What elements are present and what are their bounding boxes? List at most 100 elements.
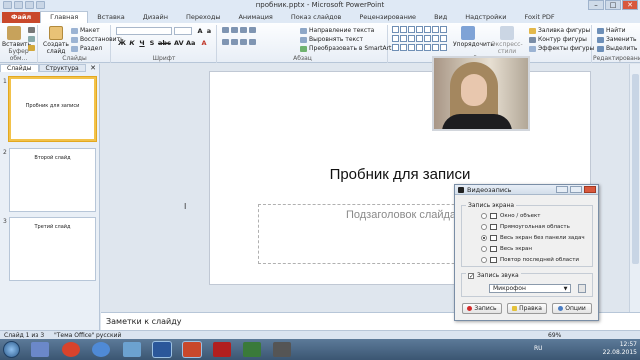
scrollbar-thumb[interactable] [632,74,639,264]
new-slide-button[interactable]: Создать слайд [43,26,69,55]
shape-box-icon [392,44,399,51]
window-controls: – □ ✕ [588,0,638,10]
pdf-icon[interactable] [213,342,231,357]
tab-design[interactable]: Дизайн [134,12,177,23]
record-sound-checkbox[interactable]: ✓ Запись звука [466,272,521,279]
section-button[interactable]: Раздел [71,45,102,52]
camera-app-icon[interactable] [273,342,291,357]
word-icon[interactable] [153,342,171,357]
shape-effects-button[interactable]: Эффекты фигуры [529,45,594,52]
tab-file[interactable]: Файл [2,12,41,23]
start-button[interactable] [3,341,20,358]
opera-icon[interactable] [62,342,80,357]
recorder-maximize-button[interactable] [570,186,582,193]
shadow-button[interactable]: S [148,39,156,47]
tab-animation[interactable]: Анимация [229,12,281,23]
slide-number: 2 [3,149,7,156]
tab-outline[interactable]: Структура [38,64,86,72]
font-color-button[interactable]: A [200,39,208,47]
shape-arrow-icon [408,26,415,33]
language-indicator[interactable]: русский [96,332,121,339]
option-repeat-area[interactable]: Повтор последней области [481,257,579,263]
align-text-button[interactable]: Выровнять текст [300,36,363,43]
explorer-icon[interactable] [31,342,49,357]
radio-window[interactable] [481,213,487,219]
record-button[interactable]: Запись [462,303,502,314]
keyboard-layout[interactable]: RU [534,345,543,352]
quick-styles-button[interactable]: Экспресс-стили [489,26,525,55]
shrink-font-button[interactable]: a [205,27,213,35]
tab-review[interactable]: Рецензирование [350,12,425,23]
align-buttons[interactable] [222,39,256,45]
font-size-combo[interactable] [174,27,192,35]
shape-fill-button[interactable]: Заливка фигуры [529,27,590,34]
powerpoint-icon[interactable] [183,342,201,357]
app-icon-green[interactable] [243,342,261,357]
zoom-level[interactable]: 69% [548,332,561,339]
strikethrough-button[interactable]: abc [158,39,171,47]
tab-home[interactable]: Главная [40,11,89,23]
tab-transitions[interactable]: Переходы [177,12,229,23]
cut-button[interactable] [28,27,35,33]
tab-foxit[interactable]: Foxit PDF [515,12,563,23]
spacing-button[interactable]: AV [174,39,184,47]
webcam-person-body [442,114,512,129]
find-icon [597,27,604,34]
clock[interactable]: 12:57 22.08.2015 [603,341,637,357]
recorder-close-button[interactable] [584,186,596,193]
checkbox-box[interactable]: ✓ [468,272,474,279]
maximize-button[interactable]: □ [605,0,621,10]
shapes-gallery[interactable] [392,26,448,52]
tab-slides[interactable]: Слайды [0,64,39,72]
underline-button[interactable]: Ч [138,39,146,47]
smartart-button[interactable]: Преобразовать в SmartArt [300,45,391,52]
arrange-button[interactable]: Упорядочить [453,26,494,48]
skype-icon[interactable] [123,342,141,357]
minimize-button[interactable]: – [588,0,604,10]
option-window[interactable]: Окно / объект [481,213,541,219]
justify-icon [249,39,256,45]
radio-fullscreen-no-taskbar[interactable] [481,235,487,241]
options-button[interactable]: Опции [552,303,592,314]
tab-slideshow[interactable]: Показ слайдов [282,12,351,23]
find-button[interactable]: Найти [597,27,625,34]
option-fullscreen-no-taskbar[interactable]: Весь экран без панели задач [481,235,585,241]
slide-thumbnail-2[interactable]: Второй слайд [9,148,96,212]
recorder-titlebar[interactable]: Видеозапись [455,185,598,195]
layout-button[interactable]: Макет [71,27,100,34]
slide-thumbnail-3[interactable]: Третий слайд [9,217,96,281]
grow-font-button[interactable]: A [196,27,204,35]
radio-fullscreen[interactable] [481,246,487,252]
audio-source-select[interactable]: Микрофон ▼ [489,284,571,293]
webcam-preview[interactable] [432,56,530,131]
case-button[interactable]: Aa [186,39,195,47]
select-button[interactable]: Выделить [597,45,637,52]
shape-cloud-icon [416,35,423,42]
recorder-minimize-button[interactable] [556,186,568,193]
close-icon[interactable]: ✕ [90,64,96,72]
copy-button[interactable] [28,36,35,42]
font-name-combo[interactable] [116,27,172,35]
tab-view[interactable]: Вид [425,12,456,23]
text-direction-button[interactable]: Направление текста [300,27,374,34]
radio-region[interactable] [481,224,487,230]
reset-icon [71,36,78,43]
tab-addins[interactable]: Надстройки [456,12,515,23]
paste-button[interactable]: Вставить [2,26,31,48]
audio-settings-icon[interactable] [578,284,586,293]
option-region[interactable]: Прямоугольная область [481,224,570,230]
bold-button[interactable]: Ж [118,39,126,47]
tab-insert[interactable]: Вставка [88,12,134,23]
edit-button[interactable]: Правка [507,303,547,314]
vertical-scrollbar[interactable] [629,64,640,312]
close-button[interactable]: ✕ [622,0,638,10]
radio-repeat-area[interactable] [481,257,487,263]
replace-button[interactable]: Заменить [597,36,637,43]
chrome-icon[interactable] [92,342,110,357]
slide-thumbnail-1[interactable]: Пробник для записи [9,77,96,141]
shape-outline-button[interactable]: Контур фигуры [529,36,587,43]
bullets-button[interactable] [222,27,256,33]
italic-button[interactable]: К [128,39,136,47]
option-fullscreen[interactable]: Весь экран [481,246,532,252]
slide-title[interactable]: Пробник для записи [210,166,590,183]
